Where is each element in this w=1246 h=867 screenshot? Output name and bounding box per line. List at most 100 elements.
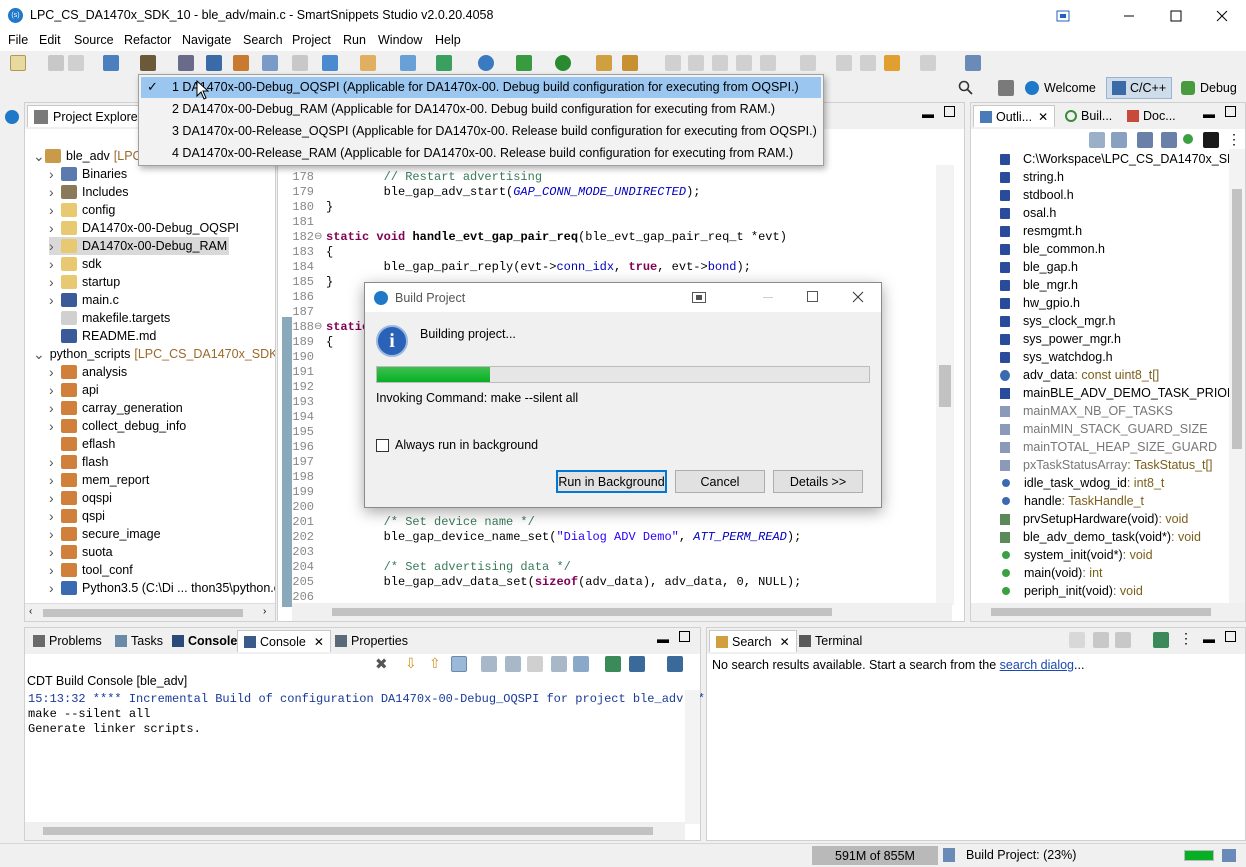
chevron-right-icon[interactable]: › bbox=[49, 238, 61, 254]
outline-item[interactable]: C:\Workspace\LPC_CS_DA1470x_SDK_1 bbox=[971, 150, 1229, 168]
chevron-right-icon[interactable]: › bbox=[49, 544, 61, 560]
editor-h-scrollbar[interactable] bbox=[292, 603, 952, 621]
chevron-right-icon[interactable]: › bbox=[49, 472, 61, 488]
scroll-left-icon[interactable]: ‹ bbox=[29, 606, 32, 617]
menu-source[interactable]: Source bbox=[74, 33, 114, 47]
console-icon[interactable] bbox=[206, 55, 222, 71]
maximize-button[interactable] bbox=[1153, 0, 1199, 31]
binary-icon[interactable] bbox=[178, 55, 194, 71]
build-config-item-3[interactable]: 3 DA1470x-00-Release_OQSPI (Applicable f… bbox=[141, 121, 821, 142]
outline-item[interactable]: osal.h bbox=[971, 204, 1056, 222]
pin-icon[interactable] bbox=[965, 55, 981, 71]
outline-item[interactable]: sys_clock_mgr.h bbox=[971, 312, 1115, 330]
tab-documentation[interactable]: Doc... bbox=[1121, 105, 1182, 127]
collapse-all-icon[interactable] bbox=[1089, 132, 1105, 148]
outline-item[interactable]: sys_watchdog.h bbox=[971, 348, 1113, 366]
back-icon[interactable] bbox=[884, 55, 900, 71]
outline-maximize-icon[interactable] bbox=[1225, 106, 1236, 117]
settings-icon[interactable] bbox=[103, 55, 119, 71]
menu-window[interactable]: Window bbox=[378, 33, 422, 47]
console-v-scrollbar[interactable] bbox=[685, 690, 700, 824]
menu-file[interactable]: File bbox=[8, 33, 28, 47]
outline-v-scrollbar[interactable] bbox=[1229, 149, 1245, 603]
tree-item[interactable]: › sdk bbox=[49, 255, 275, 273]
fold-toggle-icon[interactable]: ⊖ bbox=[314, 231, 322, 242]
new-file-icon[interactable] bbox=[400, 55, 416, 71]
outline-item[interactable]: mainBLE_ADV_DEMO_TASK_PRIORITY bbox=[971, 384, 1229, 402]
menu-navigate[interactable]: Navigate bbox=[182, 33, 231, 47]
chevron-down-icon[interactable]: ⌄ bbox=[33, 346, 45, 363]
new-folder-icon[interactable] bbox=[360, 55, 376, 71]
chevron-right-icon[interactable]: › bbox=[49, 562, 61, 578]
chevron-right-icon[interactable]: › bbox=[49, 454, 61, 470]
outline-item[interactable]: resmgmt.h bbox=[971, 222, 1082, 240]
search-dialog-link[interactable]: search dialog bbox=[1000, 658, 1074, 672]
open-folder-icon[interactable] bbox=[596, 55, 612, 71]
chevron-right-icon[interactable]: › bbox=[49, 364, 61, 380]
menu-run[interactable]: Run bbox=[343, 33, 366, 47]
copy-icon[interactable] bbox=[551, 656, 567, 672]
tree-item[interactable]: › startup bbox=[49, 273, 275, 291]
menu-help[interactable]: Help bbox=[435, 33, 461, 47]
chevron-right-icon[interactable]: › bbox=[49, 256, 61, 272]
editor-h-thumb[interactable] bbox=[332, 608, 832, 616]
chevron-right-icon[interactable]: › bbox=[49, 526, 61, 542]
tree-item[interactable]: › main.c bbox=[49, 291, 275, 309]
tree-item[interactable]: › api bbox=[49, 381, 275, 399]
cancel-button[interactable]: Cancel bbox=[675, 470, 765, 493]
editor-minimize-icon[interactable]: ▬ bbox=[922, 107, 934, 121]
outline-minimize-icon[interactable]: ▬ bbox=[1203, 107, 1215, 121]
tree-item[interactable]: › secure_image bbox=[49, 525, 275, 543]
clear-console-icon[interactable] bbox=[527, 656, 543, 672]
search-history-icon[interactable] bbox=[1115, 632, 1131, 648]
details-button[interactable]: Details >> bbox=[773, 470, 863, 493]
link-icon[interactable] bbox=[262, 55, 278, 71]
tree-item[interactable]: › analysis bbox=[49, 363, 275, 381]
tree-item[interactable]: › oqspi bbox=[49, 489, 275, 507]
refresh-icon[interactable] bbox=[436, 55, 452, 71]
welcome-minimized-icon[interactable] bbox=[5, 110, 19, 124]
outline-item[interactable]: sys_power_mgr.h bbox=[971, 330, 1121, 348]
outline-item[interactable]: stdbool.h bbox=[971, 186, 1074, 204]
outline-v-thumb[interactable] bbox=[1232, 189, 1242, 449]
tab-build-targets[interactable]: Buil... bbox=[1059, 105, 1118, 127]
gc-trash-icon[interactable] bbox=[943, 848, 955, 862]
search-maximize-icon[interactable] bbox=[1225, 631, 1236, 642]
menu-project[interactable]: Project bbox=[292, 33, 331, 47]
dialog-layout-icon[interactable] bbox=[692, 292, 706, 303]
chevron-right-icon[interactable]: › bbox=[49, 292, 61, 308]
menu-search[interactable]: Search bbox=[243, 33, 283, 47]
tree-item[interactable]: makefile.targets bbox=[49, 309, 275, 327]
menu-refactor[interactable]: Refactor bbox=[124, 33, 171, 47]
scroll-right-icon[interactable]: › bbox=[263, 606, 266, 617]
build-hammer-icon[interactable] bbox=[140, 55, 156, 71]
open-perspective-icon[interactable] bbox=[998, 80, 1014, 96]
perspective-cpp[interactable]: C/C++ bbox=[1106, 77, 1173, 99]
tree-item[interactable]: › Binaries bbox=[49, 165, 275, 183]
outline-item[interactable]: prvSetupHardware(void) : void bbox=[971, 510, 1188, 528]
run-icon[interactable] bbox=[555, 55, 571, 71]
tree-item[interactable]: › DA1470x-00-Debug_OQSPI bbox=[49, 219, 275, 237]
chevron-right-icon[interactable]: › bbox=[49, 184, 61, 200]
search-minimize-icon[interactable]: ▬ bbox=[1203, 632, 1215, 646]
close-button[interactable] bbox=[1199, 0, 1245, 31]
tab-project-explorer[interactable]: Project Explorer bbox=[27, 105, 149, 127]
tree-item[interactable]: › Includes bbox=[49, 183, 275, 201]
editor-v-thumb[interactable] bbox=[939, 365, 951, 407]
outline-item[interactable]: mainMAX_NB_OF_TASKS bbox=[971, 402, 1173, 420]
outline-item[interactable]: main(void) : int bbox=[971, 564, 1103, 582]
chevron-right-icon[interactable]: › bbox=[49, 166, 61, 182]
outline-item[interactable]: idle_task_wdog_id : int8_t bbox=[971, 474, 1164, 492]
chevron-right-icon[interactable]: › bbox=[49, 580, 61, 596]
prev-error-icon[interactable]: ⇧ bbox=[429, 655, 441, 672]
search-icon[interactable] bbox=[958, 80, 973, 95]
explorer-h-scrollbar[interactable]: ‹ › bbox=[25, 603, 275, 621]
close-console-icon[interactable]: ✕ bbox=[314, 635, 324, 649]
new-class-icon[interactable] bbox=[322, 55, 338, 71]
new-icon[interactable] bbox=[10, 55, 26, 71]
chevron-right-icon[interactable]: › bbox=[49, 418, 61, 434]
tree-item[interactable]: › suota bbox=[49, 543, 275, 561]
outline-item[interactable]: handle : TaskHandle_t bbox=[971, 492, 1144, 510]
outline-item[interactable]: system_init(void*) : void bbox=[971, 546, 1153, 564]
editor-maximize-icon[interactable] bbox=[944, 106, 955, 117]
